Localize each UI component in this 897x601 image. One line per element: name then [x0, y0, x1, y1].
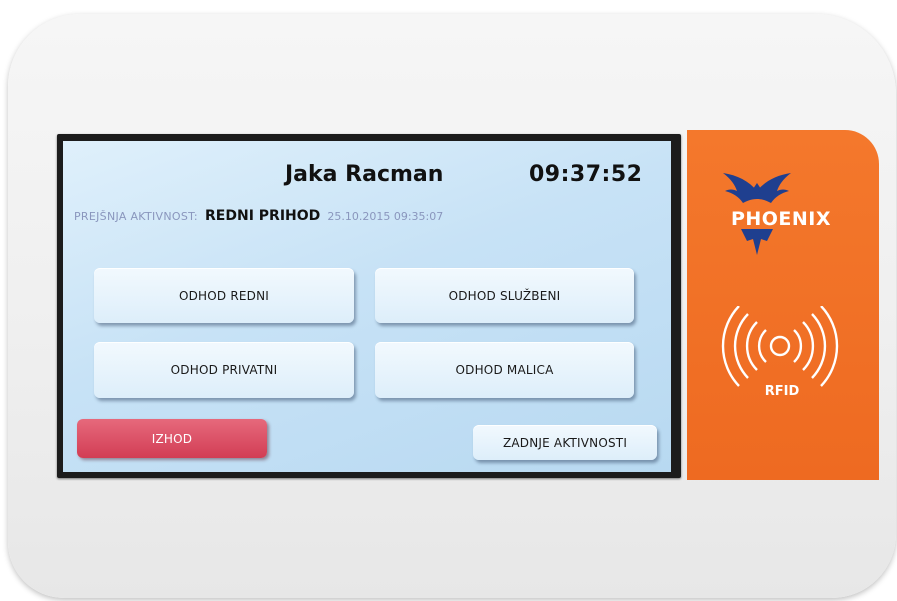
private-departure-button[interactable]: ODHOD PRIVATNI: [94, 342, 354, 398]
recent-activities-button[interactable]: ZADNJE AKTIVNOSTI: [473, 425, 657, 460]
business-departure-button[interactable]: ODHOD SLUŽBENI: [375, 268, 634, 323]
user-name: Jaka Racman: [285, 162, 444, 187]
rfid-icon: [721, 306, 839, 387]
clock: 09:37:52: [529, 162, 643, 187]
lunch-departure-button[interactable]: ODHOD MALICA: [375, 342, 634, 398]
rfid-reader-panel: PHOENIX RFID: [687, 130, 879, 480]
exit-button[interactable]: IZHOD: [77, 419, 267, 458]
regular-departure-button[interactable]: ODHOD REDNI: [94, 268, 354, 323]
rfid-label: RFID: [764, 384, 800, 399]
previous-activity-value: REDNI PRIHOD: [205, 208, 321, 224]
brand-name: PHOENIX: [730, 208, 832, 230]
previous-activity-datetime: 25.10.2015 09:35:07: [327, 210, 444, 223]
previous-activity: PREJŠNJA AKTIVNOST: REDNI PRIHOD 25.10.2…: [74, 205, 443, 224]
touch-screen: Jaka Racman 09:37:52 PREJŠNJA AKTIVNOST:…: [63, 141, 671, 472]
previous-activity-label: PREJŠNJA AKTIVNOST:: [74, 210, 198, 223]
